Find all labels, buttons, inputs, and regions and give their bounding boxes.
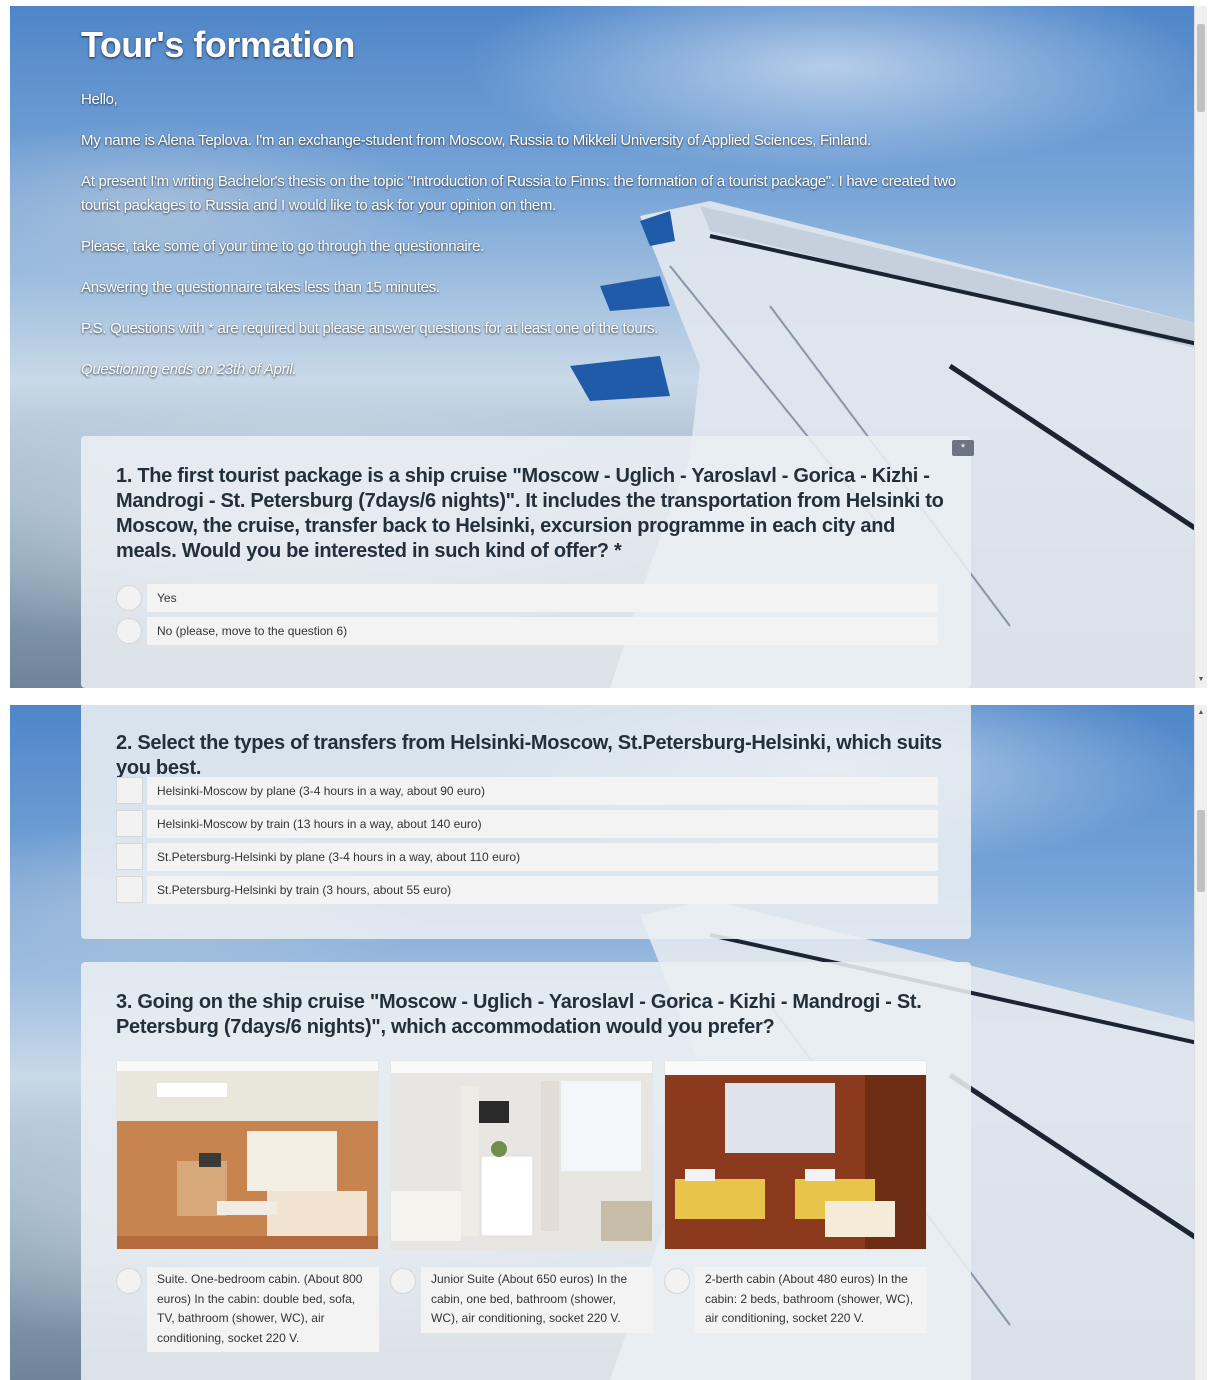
q2-option-3[interactable]: St.Petersburg-Helsinki by plane (3-4 hou… [116, 843, 938, 871]
checkbox[interactable] [116, 876, 143, 903]
question-3-title: 3. Going on the ship cruise "Moscow - Ug… [116, 991, 922, 1038]
question-2-title: 2. Select the types of transfers from He… [116, 732, 942, 779]
accommodation-option-2-berth[interactable]: 2-berth cabin (About 480 euros) In the c… [664, 1060, 927, 1333]
two-berth-cabin-photo [664, 1060, 927, 1250]
scrollbar[interactable]: ▲ [1194, 705, 1207, 1380]
q1-option-no[interactable]: No (please, move to the question 6) [116, 617, 938, 645]
intro-paragraph-5: P.S. Questions with * are required but p… [81, 320, 659, 337]
intro-paragraph-3: Please, take some of your time to go thr… [81, 238, 485, 255]
option-label: No (please, move to the question 6) [147, 617, 938, 645]
scroll-up-icon[interactable]: ▲ [1195, 707, 1207, 719]
q2-option-1[interactable]: Helsinki-Moscow by plane (3-4 hours in a… [116, 777, 938, 805]
q1-option-yes[interactable]: Yes [116, 584, 938, 612]
junior-suite-cabin-photo [390, 1060, 653, 1250]
checkbox[interactable] [116, 843, 143, 870]
radio-button[interactable] [116, 585, 142, 611]
accommodation-option-suite[interactable]: Suite. One-bedroom cabin. (About 800 eur… [116, 1060, 379, 1352]
question-2-card: 2. Select the types of transfers from He… [81, 705, 971, 939]
intro-section: Tour's formation Hello, My name is Alena… [81, 24, 971, 399]
accommodation-description: Suite. One-bedroom cabin. (About 800 eur… [147, 1267, 379, 1352]
q2-option-4[interactable]: St.Petersburg-Helsinki by train (3 hours… [116, 876, 938, 904]
option-label: St.Petersburg-Helsinki by plane (3-4 hou… [147, 843, 938, 871]
checkbox[interactable] [116, 777, 143, 804]
question-1-card: * 1. The first tourist package is a ship… [81, 436, 974, 688]
accommodation-description: 2-berth cabin (About 480 euros) In the c… [695, 1267, 927, 1333]
scrollbar[interactable]: ▼ [1194, 6, 1207, 688]
intro-paragraph-1: My name is Alena Teplova. I'm an exchang… [81, 132, 872, 149]
q2-option-2[interactable]: Helsinki-Moscow by train (13 hours in a … [116, 810, 938, 838]
survey-view-top: Tour's formation Hello, My name is Alena… [10, 6, 1207, 688]
question-3-card: 3. Going on the ship cruise "Moscow - Ug… [81, 962, 971, 1380]
radio-button[interactable] [116, 1268, 142, 1294]
survey-view-bottom: 2. Select the types of transfers from He… [10, 705, 1207, 1380]
intro-paragraph-4: Answering the questionnaire takes less t… [81, 279, 440, 296]
checkbox[interactable] [116, 810, 143, 837]
accommodation-description: Junior Suite (About 650 euros) In the ca… [421, 1267, 653, 1333]
required-badge: * [952, 440, 974, 456]
page-title: Tour's formation [81, 24, 355, 65]
intro-greeting: Hello, [81, 91, 118, 108]
intro-deadline: Questioning ends on 23th of April. [81, 361, 297, 378]
suite-cabin-photo [116, 1060, 379, 1250]
accommodation-option-junior-suite[interactable]: Junior Suite (About 650 euros) In the ca… [390, 1060, 653, 1333]
scrollbar-thumb[interactable] [1197, 24, 1205, 112]
option-label: Yes [147, 584, 938, 612]
scrollbar-thumb[interactable] [1197, 810, 1205, 892]
radio-button[interactable] [664, 1268, 690, 1294]
radio-button[interactable] [390, 1268, 416, 1294]
radio-button[interactable] [116, 618, 142, 644]
option-label: St.Petersburg-Helsinki by train (3 hours… [147, 876, 938, 904]
option-label: Helsinki-Moscow by plane (3-4 hours in a… [147, 777, 938, 805]
scroll-down-icon[interactable]: ▼ [1195, 674, 1207, 686]
option-label: Helsinki-Moscow by train (13 hours in a … [147, 810, 938, 838]
intro-paragraph-2: At present I'm writing Bachelor's thesis… [81, 173, 956, 214]
question-1-title: 1. The first tourist package is a ship c… [116, 465, 944, 562]
